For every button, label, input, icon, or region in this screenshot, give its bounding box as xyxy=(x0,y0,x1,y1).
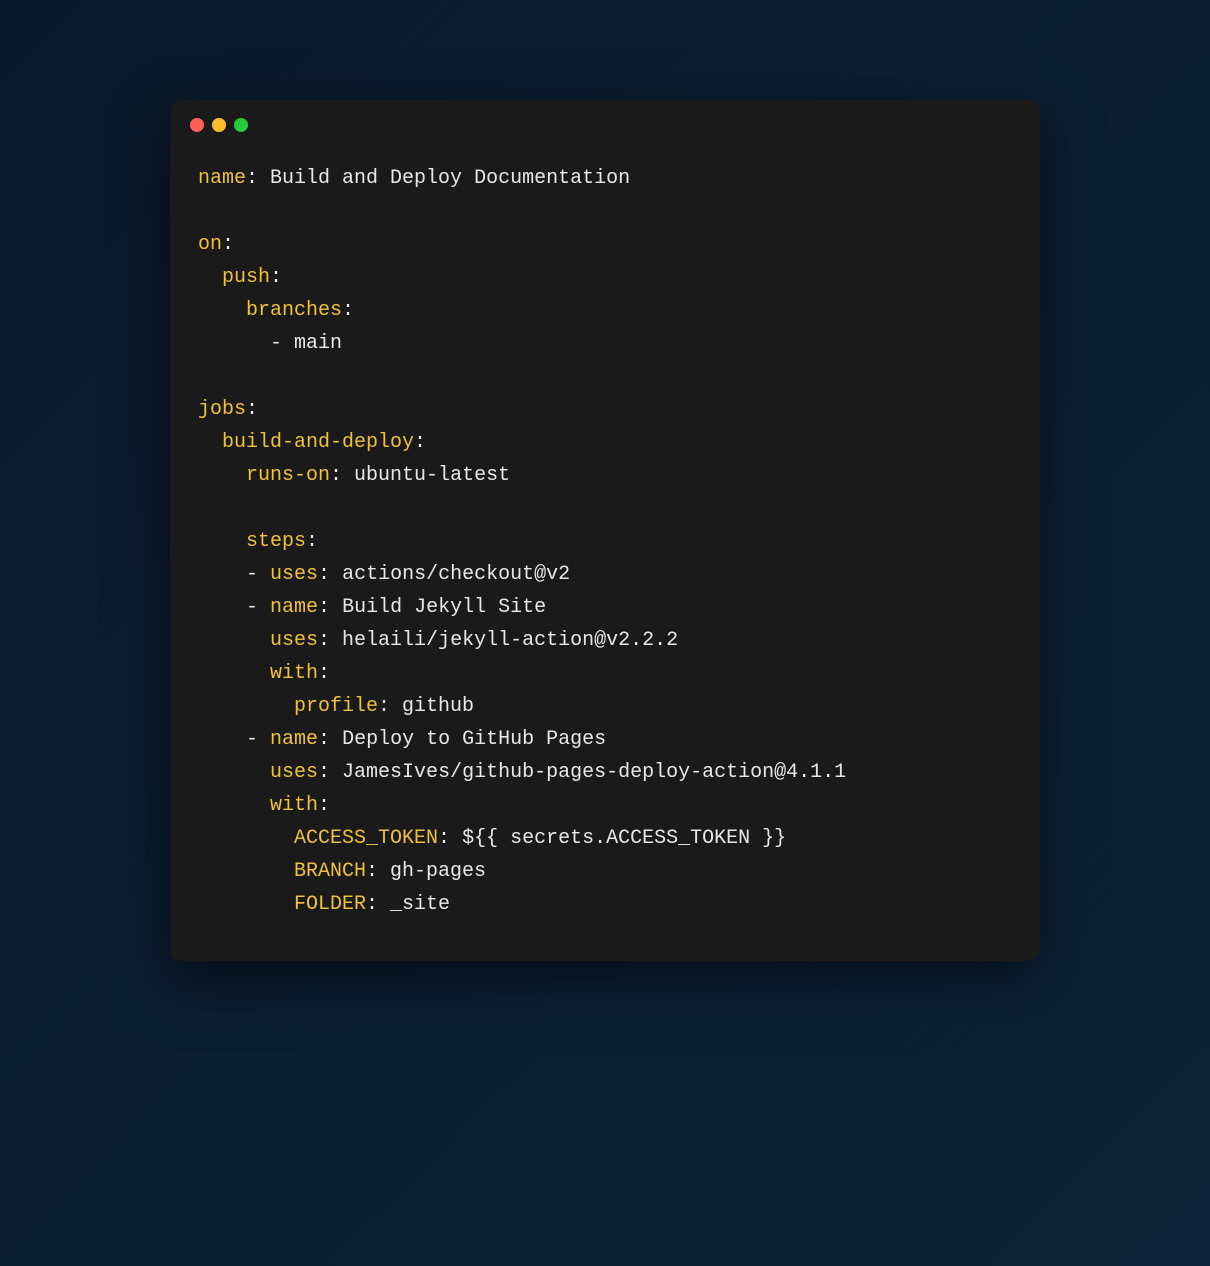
yaml-key: FOLDER xyxy=(294,893,366,916)
yaml-value: Deploy to GitHub Pages xyxy=(342,728,606,751)
yaml-key: BRANCH xyxy=(294,860,366,883)
yaml-dash: - xyxy=(246,728,270,751)
yaml-key: steps xyxy=(246,530,306,553)
yaml-key: jobs xyxy=(198,398,246,421)
yaml-key: name xyxy=(270,728,318,751)
yaml-value: _site xyxy=(390,893,450,916)
yaml-value: JamesIves/github-pages-deploy-action@4.1… xyxy=(342,761,846,784)
yaml-value: ubuntu-latest xyxy=(354,464,510,487)
yaml-value: - main xyxy=(270,332,342,355)
code-content: name: Build and Deploy Documentation on:… xyxy=(170,132,1040,961)
yaml-value: helaili/jekyll-action@v2.2.2 xyxy=(342,629,678,652)
yaml-key: ACCESS_TOKEN xyxy=(294,827,438,850)
yaml-value: ${{ secrets.ACCESS_TOKEN }} xyxy=(462,827,786,850)
yaml-value: Build and Deploy Documentation xyxy=(270,167,630,190)
yaml-key: on xyxy=(198,233,222,256)
yaml-key: with xyxy=(270,794,318,817)
yaml-dash: - xyxy=(246,563,270,586)
yaml-key: with xyxy=(270,662,318,685)
yaml-value: github xyxy=(402,695,474,718)
yaml-key: profile xyxy=(294,695,378,718)
yaml-key: name xyxy=(198,167,246,190)
close-icon[interactable] xyxy=(190,118,204,132)
yaml-key: branches xyxy=(246,299,342,322)
code-window: name: Build and Deploy Documentation on:… xyxy=(170,100,1040,961)
window-controls xyxy=(170,100,1040,132)
yaml-value: actions/checkout@v2 xyxy=(342,563,570,586)
yaml-key: build-and-deploy xyxy=(222,431,414,454)
yaml-value: Build Jekyll Site xyxy=(342,596,546,619)
yaml-value: gh-pages xyxy=(390,860,486,883)
yaml-key: uses xyxy=(270,761,318,784)
maximize-icon[interactable] xyxy=(234,118,248,132)
yaml-key: runs-on xyxy=(246,464,330,487)
yaml-key: name xyxy=(270,596,318,619)
yaml-key: push xyxy=(222,266,270,289)
yaml-key: uses xyxy=(270,629,318,652)
minimize-icon[interactable] xyxy=(212,118,226,132)
yaml-key: uses xyxy=(270,563,318,586)
yaml-dash: - xyxy=(246,596,270,619)
